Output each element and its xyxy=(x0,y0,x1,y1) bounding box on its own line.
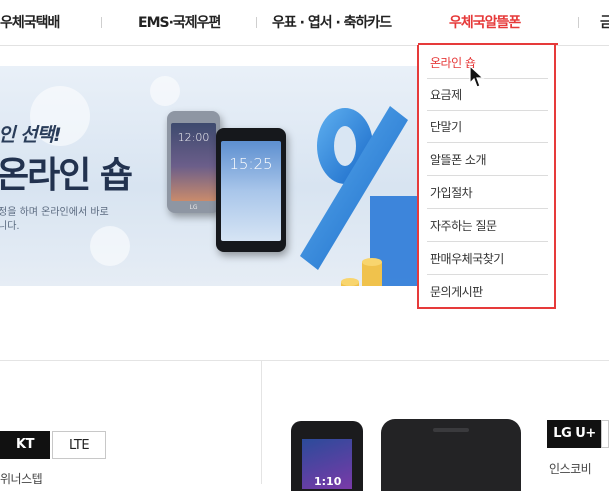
banner-title: 온라인 숍 xyxy=(0,155,133,196)
banner-description: 정을 하며 온라인에서 바로 니다. xyxy=(0,206,109,234)
phone-speaker xyxy=(433,428,469,432)
nav-item-stamps[interactable]: 우표 · 엽서 · 축하카드 xyxy=(272,12,392,32)
phone-clock: 15:25 xyxy=(229,155,273,173)
product-name[interactable]: 위너스텝 xyxy=(0,470,43,487)
menu-item-devices[interactable]: 단말기 xyxy=(427,111,548,143)
product-image-flip-phone[interactable] xyxy=(381,419,521,491)
mouse-cursor-icon xyxy=(469,65,485,88)
menu-item-online-shop[interactable]: 온라인 숍 xyxy=(427,47,548,79)
menu-item-signup-process[interactable]: 가입절차 xyxy=(427,177,548,209)
nav-item-mobile[interactable]: 우체국알뜰폰 xyxy=(449,12,521,32)
phone-image-galaxy: 15:25 xyxy=(216,128,286,252)
bokeh-light xyxy=(150,76,180,106)
percent-graphic xyxy=(300,106,420,286)
nav-item-ems[interactable]: EMS·국제우편 xyxy=(138,12,221,32)
banner-right-area xyxy=(558,66,609,286)
banner-desc-line: 정을 하며 온라인에서 바로 xyxy=(0,207,109,218)
nav-separator xyxy=(256,17,257,28)
nav-separator xyxy=(578,17,579,28)
phone-clock: 12:00 xyxy=(177,131,210,144)
carrier-badge: LG U+ xyxy=(547,420,602,448)
phone-clock: 1:10 xyxy=(314,475,342,488)
nav-item-finance[interactable]: 금 xyxy=(600,12,609,32)
nav-separator xyxy=(101,17,102,28)
nav-item-parcel[interactable]: 우체국택배 xyxy=(0,12,60,32)
banner-subtitle: 인 선택! xyxy=(0,124,62,146)
menu-item-plans[interactable]: 요금제 xyxy=(427,79,548,111)
menu-item-find-post-office[interactable]: 판매우체국찾기 xyxy=(427,243,548,275)
product-image-flip-phone[interactable]: 1:10 xyxy=(291,421,363,491)
network-badge: LTE xyxy=(52,431,106,459)
carrier-badge: KT xyxy=(0,431,50,459)
product-name[interactable]: 인스코비 xyxy=(549,460,592,477)
brand-logo: LG xyxy=(189,204,198,211)
phone-image-lg: 12:00 LG xyxy=(167,111,220,213)
section-divider xyxy=(0,360,609,361)
menu-item-inquiry-board[interactable]: 문의게시판 xyxy=(427,276,548,308)
top-navigation: 우체국택배 EMS·국제우편 우표 · 엽서 · 축하카드 우체국알뜰폰 금 xyxy=(0,0,609,46)
menu-item-intro[interactable]: 알뜰폰 소개 xyxy=(427,144,548,176)
network-badge xyxy=(601,420,609,448)
column-divider xyxy=(261,361,262,484)
promo-banner[interactable]: 인 선택! 온라인 숍 정을 하며 온라인에서 바로 니다. 12:00 LG … xyxy=(0,66,420,286)
menu-item-faq[interactable]: 자주하는 질문 xyxy=(427,210,548,242)
banner-desc-line: 니다. xyxy=(0,221,20,232)
